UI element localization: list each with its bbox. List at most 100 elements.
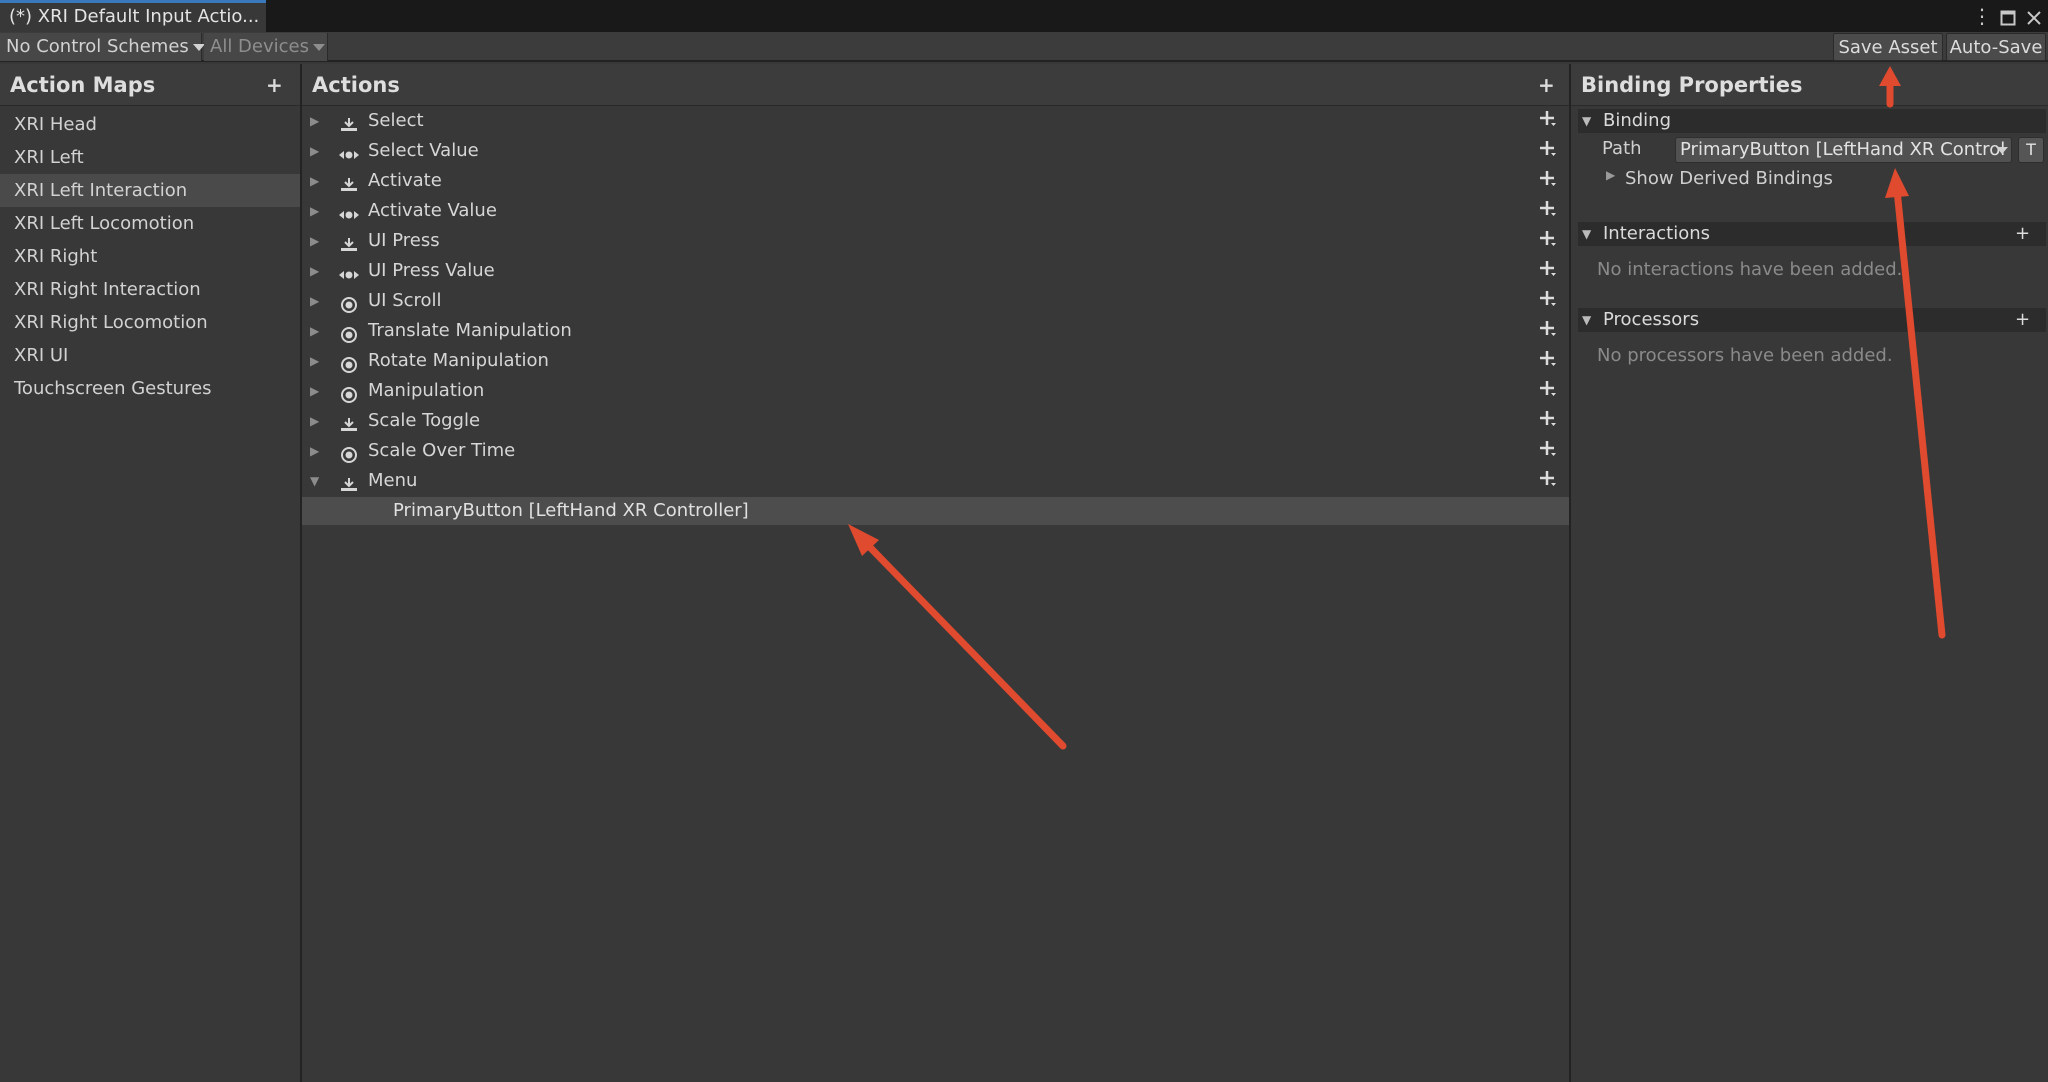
add-action-map-button[interactable]: + [266,64,283,106]
triangle-down-icon: ▼ [1582,227,1592,241]
add-binding-icon[interactable] [1539,466,1557,496]
action-row[interactable]: ▼ Menu [302,466,1569,496]
action-label: Activate [368,170,442,191]
triangle-down-icon: ▼ [1582,313,1592,327]
binding-label: PrimaryButton [LeftHand XR Controller] [393,500,749,521]
action-row[interactable]: ▶ Rotate Manipulation [302,346,1569,376]
triangle-right-icon[interactable]: ▶ [310,436,324,466]
action-row[interactable]: ▶ Manipulation [302,376,1569,406]
add-binding-icon[interactable] [1539,106,1557,136]
binding-section-header[interactable]: ▼ Binding [1578,109,2046,133]
action-row[interactable]: ▶ Activate [302,166,1569,196]
action-maps-title: Action Maps [0,64,300,106]
kebab-menu-icon[interactable]: ⋮ [1972,0,1992,32]
action-label: Translate Manipulation [368,320,572,341]
action-row[interactable]: ▶ Scale Over Time [302,436,1569,466]
add-binding-icon[interactable] [1539,376,1557,406]
auto-save-toggle[interactable]: Auto-Save [1946,33,2046,61]
add-interaction-button[interactable]: + [2015,222,2030,246]
add-binding-icon[interactable] [1539,346,1557,376]
chevron-down-icon [312,43,325,51]
action-row[interactable]: ▶ Select [302,106,1569,136]
triangle-right-icon[interactable]: ▶ [310,136,324,166]
add-action-button[interactable]: + [1538,64,1555,106]
add-binding-icon[interactable] [1539,256,1557,286]
window-titlebar: (*) XRI Default Input Actio... ⋮ [0,0,2048,32]
devices-label: All Devices [210,36,309,57]
value-icon [338,323,360,343]
add-binding-icon[interactable] [1539,436,1557,466]
add-processor-button[interactable]: + [2015,308,2030,332]
window-tab[interactable]: (*) XRI Default Input Actio... [0,0,266,32]
add-binding-icon[interactable] [1539,166,1557,196]
action-row[interactable]: ▶ Activate Value [302,196,1569,226]
triangle-right-icon[interactable]: ▶ [310,406,324,436]
maximize-icon[interactable] [1996,0,2020,32]
triangle-right-icon[interactable]: ▶ [310,106,324,136]
action-row[interactable]: ▶ UI Press [302,226,1569,256]
add-binding-icon[interactable] [1539,406,1557,436]
interactions-section-label: Interactions [1603,223,1711,244]
action-label: Select Value [368,140,479,161]
path-dropdown[interactable]: PrimaryButton [LeftHand XR Control [1675,137,2012,163]
action-row[interactable]: ▶ UI Press Value [302,256,1569,286]
close-icon[interactable] [2022,0,2046,32]
triangle-right-icon[interactable]: ▶ [310,286,324,316]
triangle-right-icon[interactable]: ▶ [310,196,324,226]
add-binding-icon[interactable] [1539,136,1557,166]
button-icon [338,413,360,431]
triangle-right-icon[interactable]: ▶ [1606,168,1615,182]
processors-section-header[interactable]: ▼ Processors + [1578,308,2046,332]
text-mode-button[interactable]: T [2018,137,2044,163]
devices-dropdown[interactable]: All Devices [204,33,328,61]
chevron-down-icon[interactable] [1996,147,2008,154]
action-label: UI Scroll [368,290,442,311]
action-label: UI Press [368,230,440,251]
triangle-right-icon[interactable]: ▶ [310,316,324,346]
value-icon [338,353,360,373]
action-map-item[interactable]: XRI Left [0,141,300,174]
action-row[interactable]: ▶ Scale Toggle [302,406,1569,436]
path-label: Path [1602,138,1642,159]
save-asset-button[interactable]: Save Asset [1833,33,1943,61]
control-schemes-dropdown[interactable]: No Control Schemes [0,33,205,61]
action-row[interactable]: ▶ Translate Manipulation [302,316,1569,346]
action-map-item[interactable]: XRI Head [0,108,300,141]
triangle-down-icon: ▼ [1582,114,1592,128]
action-map-item[interactable]: XRI Right [0,240,300,273]
show-derived-bindings-foldout[interactable]: Show Derived Bindings [1625,168,1833,189]
interactions-empty-text: No interactions have been added. [1597,259,1903,280]
triangle-right-icon[interactable]: ▶ [310,376,324,406]
add-binding-icon[interactable] [1539,286,1557,316]
triangle-down-icon[interactable]: ▼ [310,466,324,496]
add-binding-icon[interactable] [1539,196,1557,226]
value-icon [338,383,360,403]
binding-properties-title: Binding Properties [1571,64,2048,106]
button-icon [338,233,360,251]
add-binding-icon[interactable] [1539,226,1557,256]
triangle-right-icon[interactable]: ▶ [310,256,324,286]
chevron-down-icon [192,43,205,51]
action-map-item[interactable]: XRI Right Interaction [0,273,300,306]
control-schemes-label: No Control Schemes [6,36,189,57]
triangle-right-icon[interactable]: ▶ [310,166,324,196]
path-value: PrimaryButton [LeftHand XR Control [1680,139,2006,160]
action-map-item[interactable]: XRI Left Interaction [0,174,300,207]
action-row[interactable]: ▶ UI Scroll [302,286,1569,316]
action-map-item[interactable]: XRI Left Locomotion [0,207,300,240]
binding-row[interactable]: PrimaryButton [LeftHand XR Controller] [302,497,1569,525]
axis-icon [338,263,360,279]
action-row[interactable]: ▶ Select Value [302,136,1569,166]
add-binding-icon[interactable] [1539,316,1557,346]
triangle-right-icon[interactable]: ▶ [310,226,324,256]
action-map-item[interactable]: XRI UI [0,339,300,372]
binding-section-label: Binding [1603,110,1672,131]
axis-icon [338,143,360,159]
interactions-section-header[interactable]: ▼ Interactions + [1578,222,2046,246]
action-maps-panel: Action Maps + XRI Head XRI Left XRI Left I… [0,64,300,1082]
action-label: Rotate Manipulation [368,350,549,371]
triangle-right-icon[interactable]: ▶ [310,346,324,376]
action-label: Scale Over Time [368,440,516,461]
action-map-item[interactable]: XRI Right Locomotion [0,306,300,339]
action-map-item[interactable]: Touchscreen Gestures [0,372,300,405]
